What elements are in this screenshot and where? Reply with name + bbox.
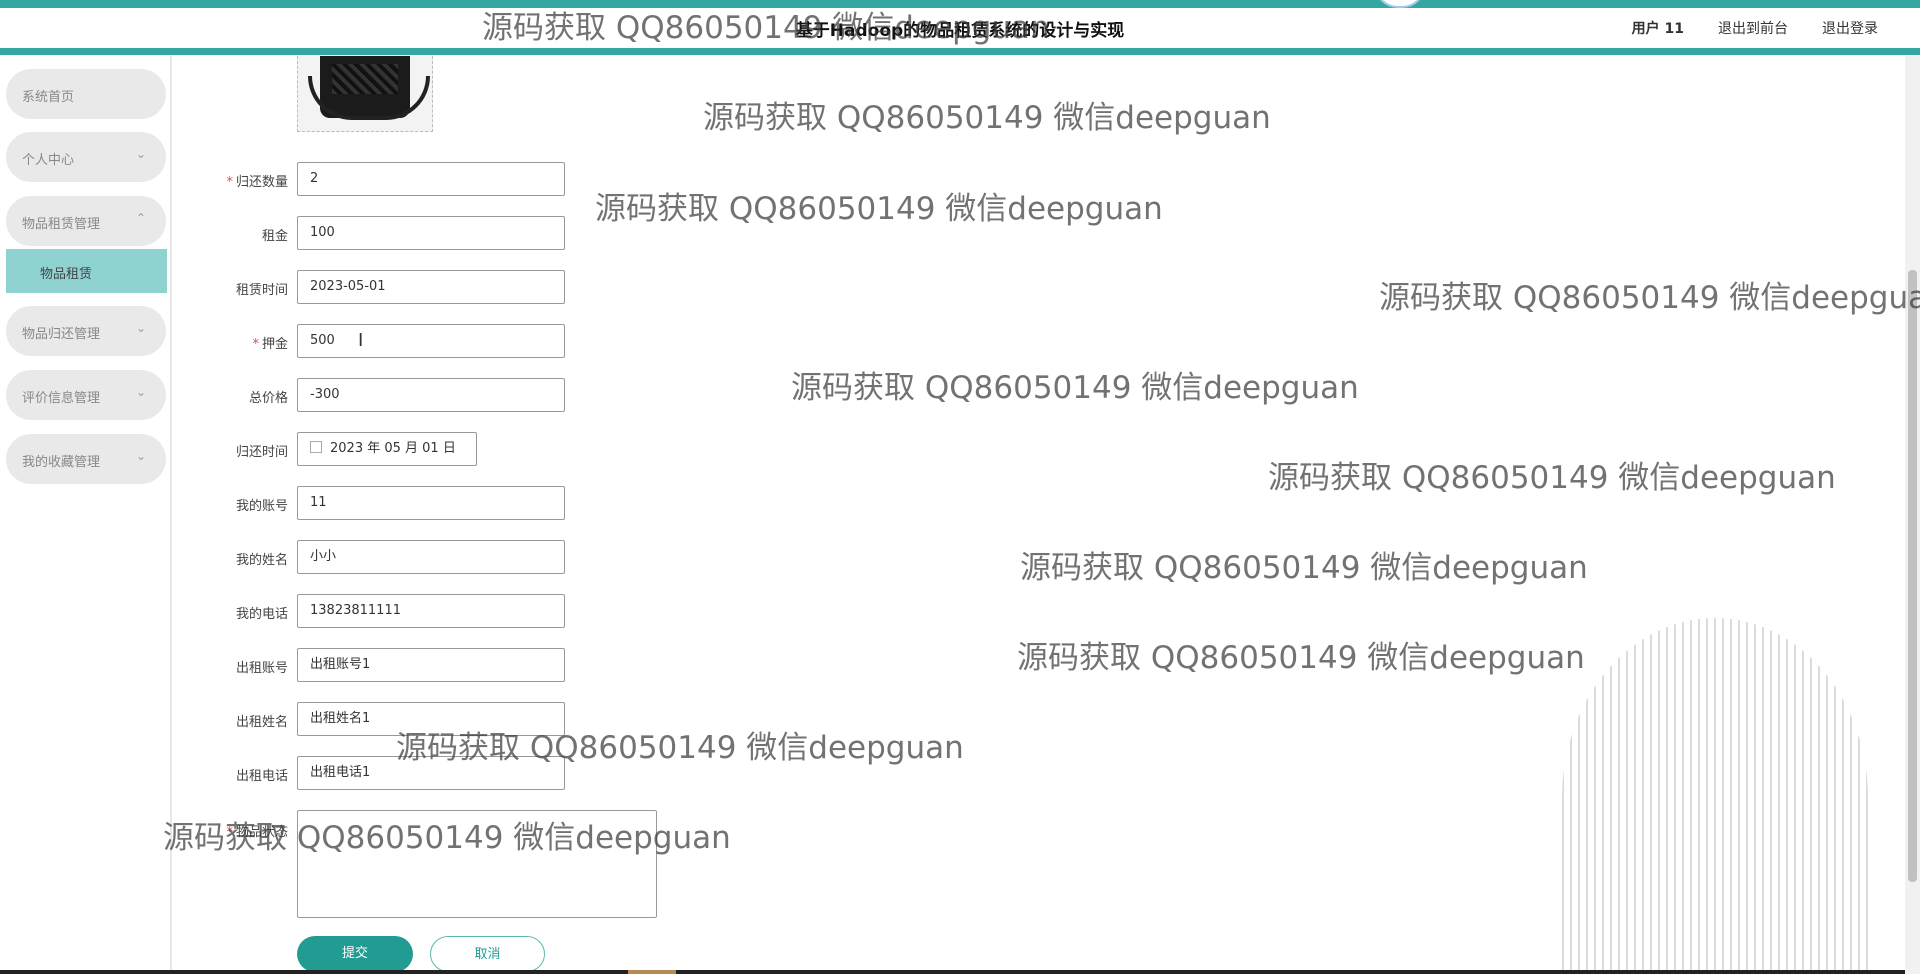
chevron-up-icon: ⌃ [135,211,146,225]
watermark: 源码获取 QQ86050149 微信deepguan [595,191,1163,227]
calendar-icon [310,441,322,453]
return-quantity-input[interactable]: 2 [297,162,565,196]
my-account-input[interactable]: 11 [297,486,565,520]
sidebar-item-label: 系统首页 [22,90,75,105]
top-header: 基于Hadoop的物品租赁系统的设计与实现 用户 11 退出到前台 退出登录 [0,0,1920,56]
header-actions: 用户 11 退出到前台 退出登录 [1632,18,1878,38]
watermark: 源码获取 QQ86050149 微信deepguan [1379,280,1920,316]
sidebar-item-label: 我的收藏管理 [22,455,101,470]
cancel-button[interactable]: 取消 [430,936,545,972]
total-price-input[interactable]: -300 [297,378,565,412]
watermark: 源码获取 QQ86050149 微信deepguan [1017,640,1585,676]
rent-input[interactable]: 100 [297,216,565,250]
vertical-scrollbar[interactable] [1905,56,1920,974]
label-lessor-phone: 出租电话 [235,769,288,784]
my-phone-input[interactable]: 13823811111 [297,594,565,628]
lessor-name-input[interactable]: 出租姓名1 [297,702,565,736]
sidebar-subitem-label: 物品租赁 [40,267,93,282]
label-my-account: 我的账号 [235,499,288,514]
back-to-front-link[interactable]: 退出到前台 [1718,18,1788,38]
watermark: 源码获取 QQ86050149 微信deepguan [1020,550,1588,586]
lessor-phone-input[interactable]: 出租电话1 [297,756,565,790]
scrollbar-thumb[interactable] [1908,270,1917,882]
sidebar-item-label: 物品租赁管理 [22,217,101,232]
sidebar-item-label: 评价信息管理 [22,391,101,406]
label-return-time: 归还时间 [235,445,288,460]
bottom-edge-segment [628,970,676,974]
sidebar-item-home[interactable]: 系统首页 [6,69,166,119]
label-return-quantity: * 归还数量 [226,175,288,190]
watermark: 源码获取 QQ86050149 微信deepguan [703,100,1271,136]
lessor-account-input[interactable]: 出租账号1 [297,648,565,682]
label-deposit: * 押金 [252,337,288,352]
sidebar-item-label: 个人中心 [22,153,75,168]
label-lessor-account: 出租账号 [235,661,288,676]
sidebar-item-label: 物品归还管理 [22,327,101,342]
watermark: 源码获取 QQ86050149 微信deepguan [791,370,1359,406]
label-lessor-name: 出租姓名 [235,715,288,730]
current-user: 用户 11 [1631,21,1684,37]
return-time-picker[interactable]: 2023 年 05 月 01 日 [297,432,477,466]
item-image [297,56,433,132]
my-name-input[interactable]: 小小 [297,540,565,574]
submit-button[interactable]: 提交 [297,936,413,972]
label-my-phone: 我的电话 [235,607,288,622]
rental-time-input[interactable]: 2023-05-01 [297,270,565,304]
bottom-edge [0,970,1905,974]
bag-strap [308,76,430,120]
return-time-value: 2023 年 05 月 01 日 [330,441,456,456]
deposit-input[interactable]: 500 [297,324,565,358]
item-status-textarea[interactable] [297,810,657,918]
label-rent: 租金 [261,229,288,244]
chevron-down-icon: ⌄ [135,147,146,161]
decorative-stripes [1562,618,1868,974]
label-rental-time: 租赁时间 [235,283,288,298]
bag-image [308,56,430,120]
header-accent-top [0,0,1920,8]
header-accent-bottom [0,48,1920,55]
watermark: 源码获取 QQ86050149 微信deepguan [1268,460,1836,496]
label-my-name: 我的姓名 [235,553,288,568]
text-cursor-icon: I [358,330,364,351]
label-total-price: 总价格 [248,391,288,406]
label-item-status: * 物品状态 [226,825,288,840]
logout-link[interactable]: 退出登录 [1822,18,1878,38]
